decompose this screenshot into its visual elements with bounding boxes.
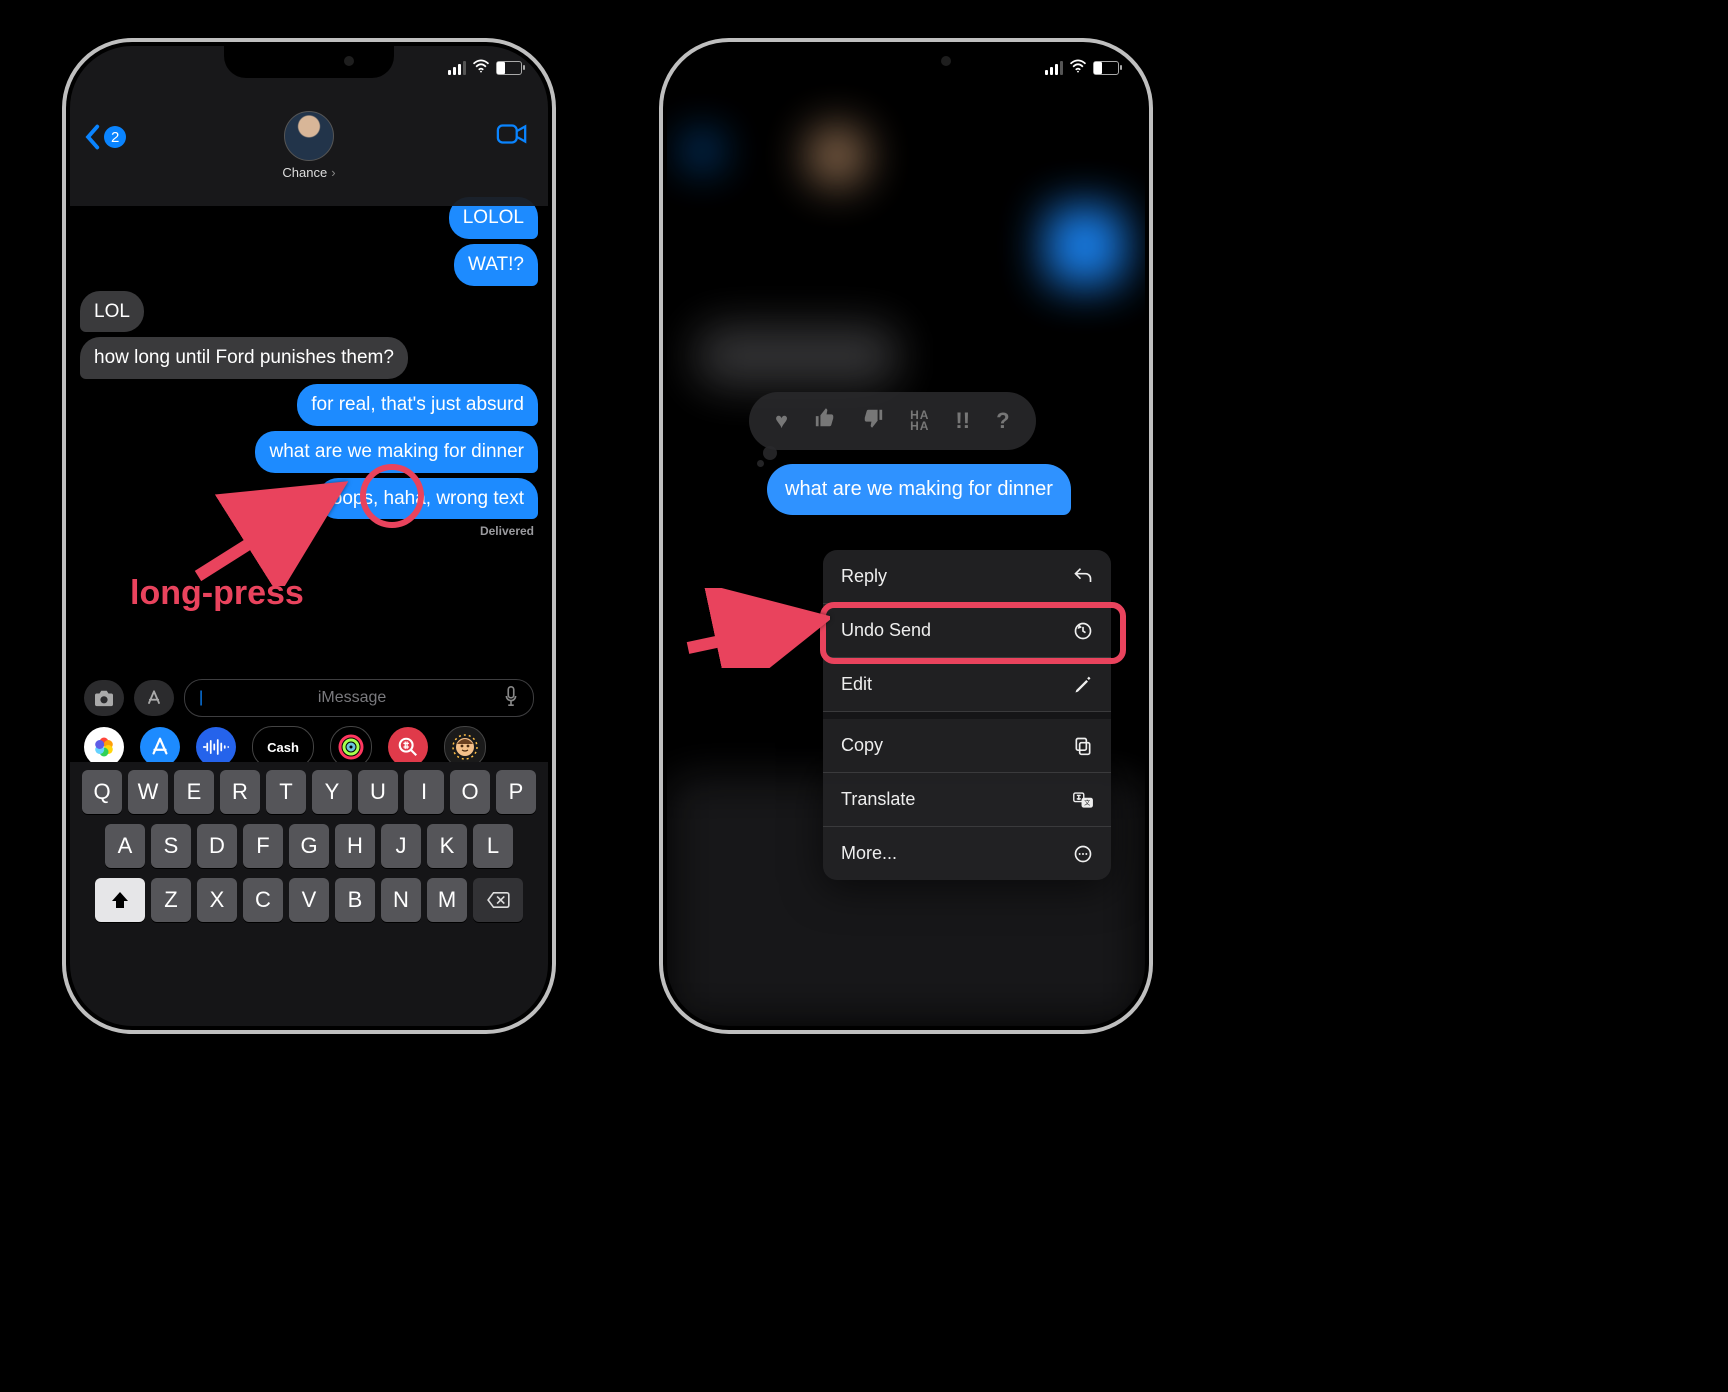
cellular-signal-icon xyxy=(1045,61,1063,75)
copy-icon xyxy=(1073,736,1093,756)
message-input[interactable]: |iMessage xyxy=(184,679,534,717)
shift-key[interactable] xyxy=(95,878,145,922)
key-g[interactable]: G xyxy=(289,824,329,868)
key-n[interactable]: N xyxy=(381,878,421,922)
key-j[interactable]: J xyxy=(381,824,421,868)
photos-app-button[interactable] xyxy=(84,727,124,767)
message-in[interactable]: how long until Ford punishes them? xyxy=(80,337,408,379)
key-s[interactable]: S xyxy=(151,824,191,868)
message-out[interactable]: for real, that's just absurd xyxy=(297,384,538,426)
battery-icon xyxy=(1093,61,1119,75)
contact-chip[interactable]: Chance xyxy=(282,111,335,180)
unread-badge: 2 xyxy=(104,126,126,148)
dictation-button[interactable] xyxy=(503,685,519,712)
menu-translate[interactable]: Translate 文 xyxy=(823,773,1111,827)
hashtag-app-button[interactable] xyxy=(388,727,428,767)
message-out[interactable]: WAT!? xyxy=(454,244,538,286)
key-r[interactable]: R xyxy=(220,770,260,814)
undo-icon xyxy=(1073,621,1093,641)
key-l[interactable]: L xyxy=(473,824,513,868)
key-w[interactable]: W xyxy=(128,770,168,814)
apps-button[interactable] xyxy=(134,680,174,716)
menu-more[interactable]: More... xyxy=(823,827,1111,880)
tapback-thumbsup-icon[interactable] xyxy=(814,407,836,435)
message-thread[interactable]: LOLOL WAT!? LOL how long until Ford puni… xyxy=(70,186,548,666)
key-y[interactable]: Y xyxy=(312,770,352,814)
delivered-label: Delivered xyxy=(80,524,534,538)
menu-reply[interactable]: Reply xyxy=(823,550,1111,604)
camera-button[interactable] xyxy=(84,680,124,716)
translate-icon: 文 xyxy=(1073,790,1093,810)
key-e[interactable]: E xyxy=(174,770,214,814)
iphone-device-left: 2 Chance LOLOL WAT!? LOL how long until … xyxy=(70,46,548,1026)
key-p[interactable]: P xyxy=(496,770,536,814)
menu-undo-send[interactable]: Undo Send xyxy=(823,604,1111,658)
tapback-thumbsdown-icon[interactable] xyxy=(862,407,884,435)
wifi-icon xyxy=(1069,59,1087,77)
facetime-button[interactable] xyxy=(496,122,528,151)
pencil-icon xyxy=(1073,675,1093,695)
selected-message[interactable]: what are we making for dinner xyxy=(767,464,1071,515)
key-b[interactable]: B xyxy=(335,878,375,922)
keyboard-row-3: Z X C V B N M xyxy=(74,878,544,922)
back-button[interactable]: 2 xyxy=(84,124,126,150)
key-i[interactable]: I xyxy=(404,770,444,814)
cellular-signal-icon xyxy=(448,61,466,75)
message-in[interactable]: LOL xyxy=(80,291,144,333)
key-o[interactable]: O xyxy=(450,770,490,814)
more-icon xyxy=(1073,844,1093,864)
contact-name: Chance xyxy=(282,165,335,180)
tapback-exclaim-icon[interactable]: !! xyxy=(955,408,970,434)
tapback-bar[interactable]: ♥ HAHA !! ? xyxy=(749,392,1036,450)
keyboard-row-1: Q W E R T Y U I O P xyxy=(74,770,544,814)
compose-bar: |iMessage xyxy=(70,672,548,724)
key-a[interactable]: A xyxy=(105,824,145,868)
wifi-icon xyxy=(472,59,490,77)
tapback-tail xyxy=(757,460,764,467)
keyboard-row-2: A S D F G H J K L xyxy=(74,824,544,868)
key-h[interactable]: H xyxy=(335,824,375,868)
menu-edit[interactable]: Edit xyxy=(823,658,1111,712)
context-menu: Reply Undo Send Edit Copy Translate 文 Mo… xyxy=(823,550,1111,880)
device-notch xyxy=(821,46,991,78)
key-z[interactable]: Z xyxy=(151,878,191,922)
tapback-haha-icon[interactable]: HAHA xyxy=(910,410,929,432)
svg-text:文: 文 xyxy=(1084,799,1090,807)
message-out[interactable]: what are we making for dinner xyxy=(255,431,538,473)
keyboard[interactable]: Q W E R T Y U I O P A S D F G H J K L xyxy=(70,762,548,1026)
device-notch xyxy=(224,46,394,78)
key-v[interactable]: V xyxy=(289,878,329,922)
delete-key[interactable] xyxy=(473,878,523,922)
key-k[interactable]: K xyxy=(427,824,467,868)
key-c[interactable]: C xyxy=(243,878,283,922)
key-t[interactable]: T xyxy=(266,770,306,814)
key-m[interactable]: M xyxy=(427,878,467,922)
tapback-tail xyxy=(763,446,777,460)
contact-avatar xyxy=(284,111,334,161)
battery-icon xyxy=(496,61,522,75)
menu-copy[interactable]: Copy xyxy=(823,712,1111,773)
tapback-heart-icon[interactable]: ♥ xyxy=(775,408,788,434)
audio-app-button[interactable] xyxy=(196,727,236,767)
key-f[interactable]: F xyxy=(243,824,283,868)
message-out[interactable]: oops, haha, wrong text xyxy=(318,478,538,520)
key-q[interactable]: Q xyxy=(82,770,122,814)
key-u[interactable]: U xyxy=(358,770,398,814)
tapback-question-icon[interactable]: ? xyxy=(996,408,1009,434)
key-x[interactable]: X xyxy=(197,878,237,922)
reply-icon xyxy=(1073,567,1093,587)
iphone-device-right: ♥ HAHA !! ? what are we making for dinne… xyxy=(667,46,1145,1026)
appstore-app-button[interactable] xyxy=(140,727,180,767)
key-d[interactable]: D xyxy=(197,824,237,868)
